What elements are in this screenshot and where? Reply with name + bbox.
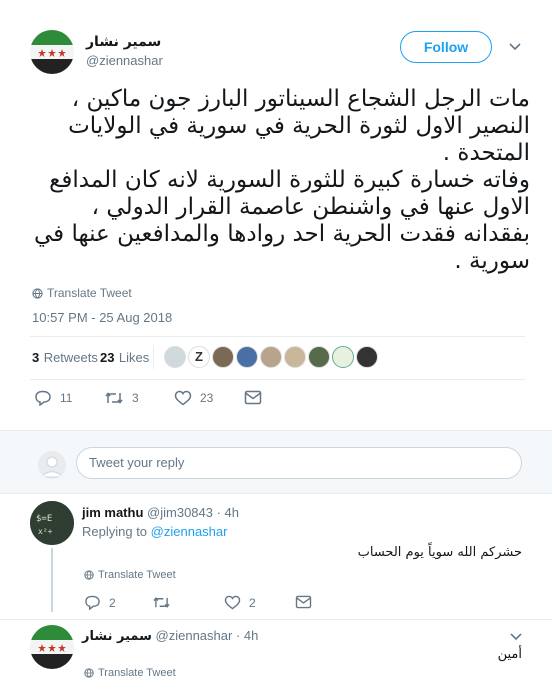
reply-icon — [35, 390, 51, 406]
chevron-down-icon[interactable] — [509, 40, 521, 54]
heart-icon — [174, 390, 192, 406]
author-handle[interactable]: @ziennashar — [86, 53, 163, 68]
retweet-icon — [105, 392, 123, 404]
chalkboard-avatar-icon: $=E x²+ — [30, 501, 74, 545]
translate-tweet-link[interactable]: Translate Tweet — [84, 569, 176, 581]
retweet-action[interactable] — [152, 595, 179, 610]
user-icon — [42, 456, 62, 478]
current-user-avatar — [38, 451, 66, 479]
follow-button[interactable]: Follow — [400, 31, 492, 63]
retweet-icon — [153, 597, 170, 608]
reply-composer: Tweet your reply — [0, 430, 552, 494]
reply-action[interactable]: 11 — [34, 390, 72, 406]
divider — [30, 379, 525, 380]
svg-text:x²+: x²+ — [38, 527, 53, 536]
translate-tweet-link[interactable]: Translate Tweet — [32, 286, 132, 300]
likes-label: Likes — [118, 350, 150, 365]
retweets-stat[interactable]: 3 Retweets — [32, 349, 98, 367]
envelope-icon — [244, 390, 262, 405]
replying-to: Replying to @ziennashar — [82, 524, 227, 539]
reply-author-handle[interactable]: @ziennashar — [156, 628, 233, 643]
translate-tweet-link[interactable]: Translate Tweet — [84, 667, 176, 679]
like-count: 2 — [249, 595, 256, 610]
liker-avatar[interactable] — [212, 346, 234, 368]
likes-stat[interactable]: 23 Likes — [100, 349, 149, 367]
thread-connector — [51, 548, 53, 612]
author-name[interactable]: سمير نشار — [86, 34, 161, 50]
like-action[interactable]: 2 — [224, 595, 256, 610]
reply-age[interactable]: · 4h — [236, 628, 258, 643]
globe-icon — [84, 668, 94, 678]
replying-to-link[interactable]: @ziennashar — [151, 524, 228, 539]
retweet-action[interactable]: 3 — [104, 390, 139, 406]
reply-header: سمير نشار @ziennashar · 4h — [82, 628, 258, 644]
liker-avatar[interactable] — [164, 346, 186, 368]
liker-avatar[interactable] — [356, 346, 378, 368]
reply-age[interactable]: · 4h — [217, 505, 239, 520]
syrian-revolution-flag-icon — [30, 30, 74, 74]
liker-avatar[interactable] — [236, 346, 258, 368]
syrian-revolution-flag-icon — [30, 625, 74, 669]
replying-to-prefix: Replying to — [82, 524, 148, 539]
tweet-text: مات الرجل الشجاع السيناتور البارز جون ما… — [34, 86, 530, 274]
reply-text: أمين — [497, 647, 522, 662]
translate-tweet-label: Translate Tweet — [98, 569, 176, 581]
liker-avatar[interactable] — [284, 346, 306, 368]
reply-header: jim mathu @jim30843 · 4h — [82, 505, 239, 520]
heart-icon — [224, 595, 241, 610]
translate-tweet-label: Translate Tweet — [98, 667, 176, 679]
liker-avatar[interactable] — [260, 346, 282, 368]
like-action[interactable]: 23 — [174, 390, 213, 406]
author-avatar[interactable] — [30, 30, 74, 74]
reply-icon — [85, 595, 100, 610]
liker-avatar[interactable] — [308, 346, 330, 368]
globe-icon — [84, 570, 94, 580]
retweets-label: Retweets — [43, 350, 98, 365]
envelope-icon — [295, 595, 312, 609]
likes-count: 23 — [100, 350, 115, 365]
reply-author-handle[interactable]: @jim30843 — [147, 505, 213, 520]
reply-count: 11 — [60, 391, 73, 405]
svg-text:$=E: $=E — [36, 514, 52, 524]
reply-author-avatar[interactable]: $=E x²+ — [30, 501, 74, 545]
reply-text: حشركم الله سوياً يوم الحساب — [357, 545, 522, 560]
reply-author-name[interactable]: سمير نشار — [82, 629, 152, 644]
translate-tweet-label: Translate Tweet — [47, 286, 132, 300]
liker-avatar[interactable]: Z — [188, 346, 210, 368]
reply-input[interactable]: Tweet your reply — [76, 447, 522, 479]
divider-vertical — [153, 345, 154, 369]
divider — [0, 619, 552, 620]
liker-avatar[interactable] — [332, 346, 354, 368]
reply-action[interactable]: 2 — [84, 595, 116, 610]
direct-message-action[interactable] — [295, 595, 320, 609]
tweet-timestamp[interactable]: 10:57 PM - 25 Aug 2018 — [32, 310, 172, 325]
globe-icon — [32, 287, 43, 299]
liker-avatars: Z — [164, 346, 378, 368]
direct-message-action[interactable] — [244, 390, 270, 405]
reply-author-avatar[interactable] — [30, 625, 74, 669]
retweet-count: 3 — [132, 391, 139, 405]
divider — [30, 336, 525, 337]
retweets-count: 3 — [32, 350, 40, 365]
reply-author-name[interactable]: jim mathu — [82, 505, 143, 520]
reply-count: 2 — [109, 595, 116, 610]
like-count: 23 — [200, 391, 214, 405]
chevron-down-icon[interactable] — [510, 630, 522, 644]
